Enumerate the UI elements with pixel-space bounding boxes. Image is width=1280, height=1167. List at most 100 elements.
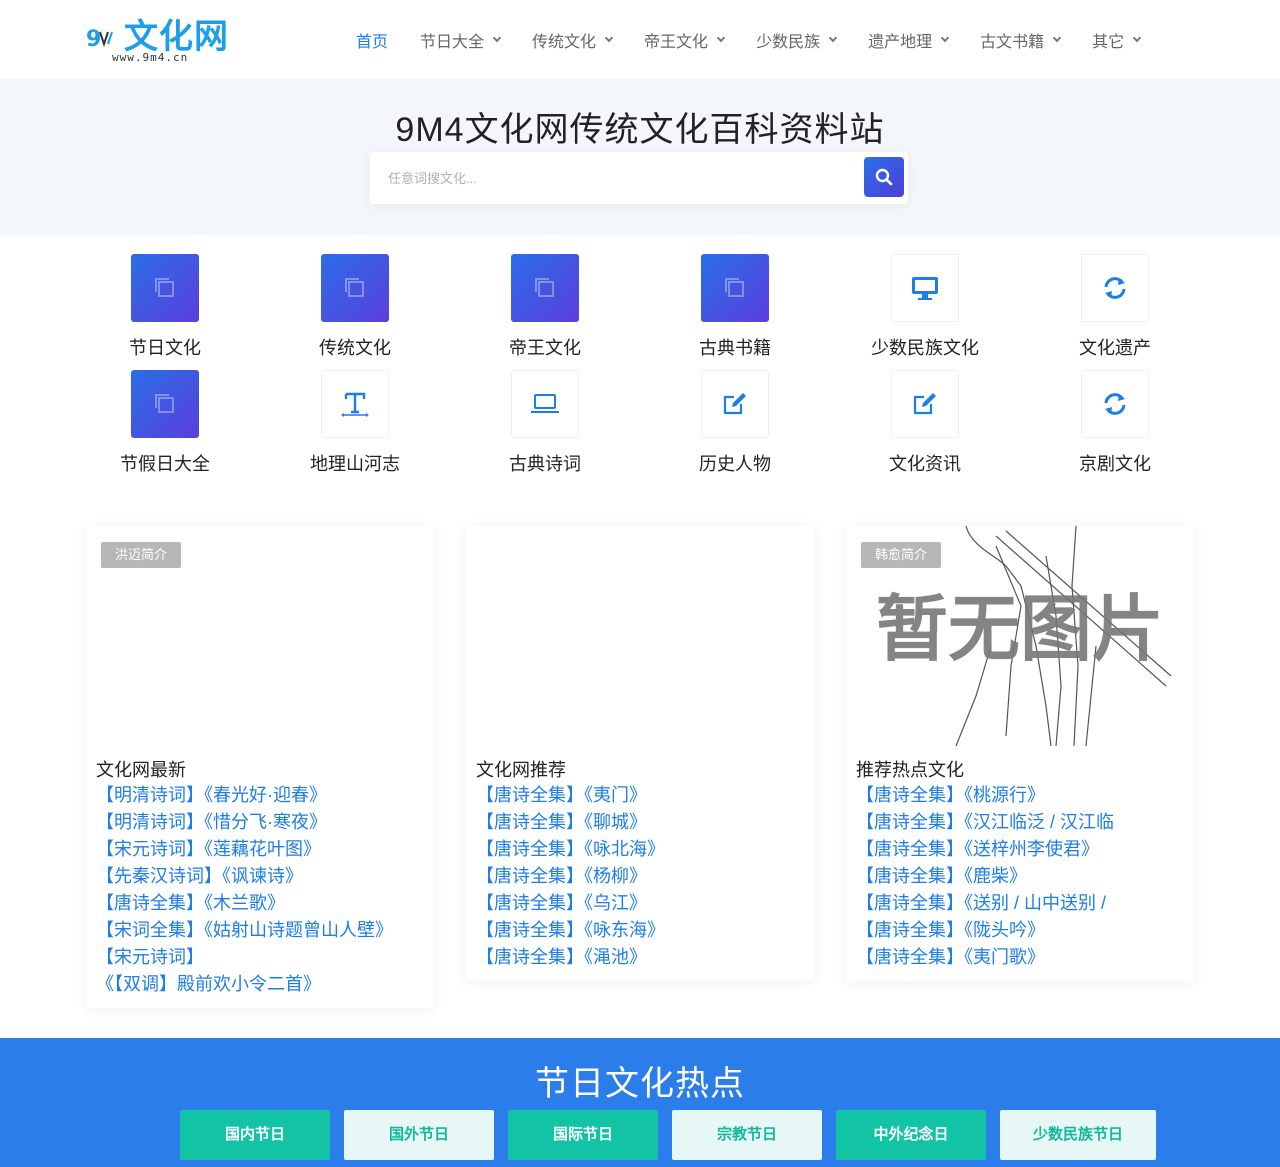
- list-item[interactable]: 【唐诗全集】《鹿柴》: [856, 863, 1176, 890]
- list-item-tag: 【唐诗全集】: [476, 785, 584, 805]
- list-item[interactable]: 【唐诗全集】《汉江临泛 / 汉江临: [856, 809, 1176, 836]
- list-item[interactable]: 【宋元诗词】《莲藕花叶图》: [96, 836, 416, 863]
- list-item[interactable]: 【唐诗全集】《咏北海》: [476, 836, 796, 863]
- nav-item-4[interactable]: 少数民族: [756, 28, 838, 52]
- category-item[interactable]: 节假日大全: [70, 370, 260, 480]
- hot-tab-1[interactable]: 国外节日: [344, 1110, 494, 1160]
- nav-item-2[interactable]: 传统文化: [532, 28, 614, 52]
- category-label: 节假日大全: [120, 454, 210, 474]
- list-item[interactable]: 【唐诗全集】《杨柳》: [476, 863, 796, 890]
- nav-item-7[interactable]: 其它: [1092, 28, 1142, 52]
- list-item-title: 《渑池》: [584, 947, 647, 967]
- list-item-tag: 【唐诗全集】: [856, 947, 964, 967]
- hot-tab-0[interactable]: 国内节日: [180, 1110, 330, 1160]
- list-item-title: 《咏北海》: [584, 839, 665, 859]
- category-item[interactable]: 古典书籍: [640, 254, 830, 364]
- category-item[interactable]: 古典诗词: [450, 370, 640, 480]
- list-item[interactable]: 【唐诗全集】《陇头吟》: [856, 917, 1176, 944]
- list-item[interactable]: 【唐诗全集】《夷门歌》: [856, 944, 1176, 971]
- nav-item-label: 帝王文化: [644, 34, 709, 51]
- nav-item-0[interactable]: 首页: [356, 28, 388, 52]
- list-item[interactable]: 【宋元诗词】《【双调】殿前欢小令二首》: [96, 944, 416, 998]
- list-item[interactable]: 【唐诗全集】《送别 / 山中送别 /: [856, 890, 1176, 917]
- nav-item-5[interactable]: 遗产地理: [868, 28, 950, 52]
- logo-mark-icon: 9: [86, 27, 113, 52]
- nav-item-3[interactable]: 帝王文化: [644, 28, 726, 52]
- list-item[interactable]: 【明清诗词】《惜分飞·寒夜》: [96, 809, 416, 836]
- card-title: 文化网推荐: [476, 760, 566, 780]
- list-item-tag: 【先秦汉诗词】: [96, 866, 222, 886]
- category-item[interactable]: 帝王文化: [450, 254, 640, 364]
- category-item[interactable]: 节日文化: [70, 254, 260, 364]
- copy-icon: [321, 254, 389, 322]
- list-item[interactable]: 【唐诗全集】《送梓州李使君》: [856, 836, 1176, 863]
- list-item-tag: 【唐诗全集】: [856, 893, 964, 913]
- list-item-tag: 【唐诗全集】: [476, 812, 584, 832]
- hero-title: 9M4文化网传统文化百科资料站: [395, 111, 885, 149]
- nav-item-label: 古文书籍: [980, 34, 1045, 51]
- edit-icon: [701, 370, 769, 438]
- main-nav: 首页 节日大全 传统文化 帝王文化 少数民族 遗产地理 古文书籍 其它: [342, 0, 1172, 80]
- category-label: 传统文化: [319, 338, 391, 358]
- category-item[interactable]: 文化遗产: [1020, 254, 1210, 364]
- logo-subtext: www.9m4.cn: [112, 51, 189, 64]
- card-badge[interactable]: 洪迈简介: [101, 542, 182, 568]
- card-image-text: 暂无图片: [876, 587, 1164, 671]
- list-item[interactable]: 【唐诗全集】《木兰歌》: [96, 890, 416, 917]
- nav-item-label: 传统文化: [532, 34, 597, 51]
- category-item[interactable]: 京剧文化: [1020, 370, 1210, 480]
- search-button[interactable]: [864, 157, 904, 197]
- copy-icon: [131, 254, 199, 322]
- category-item[interactable]: 传统文化: [260, 254, 450, 364]
- category-item[interactable]: 少数民族文化: [830, 254, 1020, 364]
- list-item[interactable]: 【唐诗全集】《咏东海》: [476, 917, 796, 944]
- list-item[interactable]: 【先秦汉诗词】《讽谏诗》: [96, 863, 416, 890]
- list-item-tag: 【唐诗全集】: [856, 866, 964, 886]
- card-link-list: 【唐诗全集】《夷门》 【唐诗全集】《聊城》 【唐诗全集】《咏北海》 【唐诗全集】《杨柳…: [476, 782, 796, 971]
- hot-tab-3[interactable]: 宗教节日: [672, 1110, 822, 1160]
- list-item[interactable]: 【明清诗词】《春光好·迎春》: [96, 782, 416, 809]
- list-item-title: 《桃源行》: [964, 785, 1045, 805]
- list-item-tag: 【唐诗全集】: [476, 866, 584, 886]
- category-label: 京剧文化: [1079, 454, 1151, 474]
- card-title: 文化网最新: [96, 760, 186, 780]
- list-item-tag: 【唐诗全集】: [476, 947, 584, 967]
- search-box: [370, 152, 908, 204]
- hot-tab-5[interactable]: 少数民族节日: [1000, 1110, 1156, 1160]
- list-item[interactable]: 【唐诗全集】《夷门》: [476, 782, 796, 809]
- card-link-list: 【明清诗词】《春光好·迎春》 【明清诗词】《惜分飞·寒夜》 【宋元诗词】《莲藕花叶图…: [96, 782, 416, 998]
- nav-item-6[interactable]: 古文书籍: [980, 28, 1062, 52]
- content-card: 文化网推荐 【唐诗全集】《夷门》 【唐诗全集】《聊城》 【唐诗全集】《咏北海》 【唐诗全…: [466, 526, 814, 981]
- list-item[interactable]: 【唐诗全集】《乌江》: [476, 890, 796, 917]
- monitor-icon: [891, 254, 959, 322]
- copy-icon: [131, 370, 199, 438]
- edit-icon: [891, 370, 959, 438]
- list-item[interactable]: 【唐诗全集】《聊城》: [476, 809, 796, 836]
- hot-tabs: 国内节日 国外节日 国际节日 宗教节日 中外纪念日 少数民族节日: [180, 1110, 1170, 1160]
- category-label: 少数民族文化: [871, 338, 979, 358]
- category-label: 古典书籍: [699, 338, 771, 358]
- category-item[interactable]: 历史人物: [640, 370, 830, 480]
- category-item[interactable]: 文化资讯: [830, 370, 1020, 480]
- chevron-down-icon: [828, 33, 838, 43]
- list-item-title: 《陇头吟》: [964, 920, 1045, 940]
- category-label: 古典诗词: [509, 454, 581, 474]
- nav-item-1[interactable]: 节日大全: [420, 28, 502, 52]
- text-icon: [321, 370, 389, 438]
- hot-tab-2[interactable]: 国际节日: [508, 1110, 658, 1160]
- list-item[interactable]: 【唐诗全集】《渑池》: [476, 944, 796, 971]
- list-item-title: 《木兰歌》: [204, 893, 285, 913]
- hot-tab-4[interactable]: 中外纪念日: [836, 1110, 986, 1160]
- list-item[interactable]: 【唐诗全集】《桃源行》: [856, 782, 1176, 809]
- list-item[interactable]: 【宋词全集】《姑射山诗题曾山人壁》: [96, 917, 416, 944]
- card-image[interactable]: [466, 526, 814, 746]
- site-logo[interactable]: 9 文化网 www.9m4.cn: [86, 18, 246, 64]
- search-input[interactable]: [388, 166, 848, 190]
- list-item-tag: 【唐诗全集】: [96, 893, 204, 913]
- chevron-down-icon: [1132, 33, 1142, 43]
- card-badge[interactable]: 韩愈简介: [861, 542, 942, 568]
- category-item[interactable]: 地理山河志: [260, 370, 450, 480]
- nav-item-label: 遗产地理: [868, 34, 933, 51]
- list-item-title: 《春光好·迎春》: [204, 785, 327, 805]
- list-item-tag: 【唐诗全集】: [856, 920, 964, 940]
